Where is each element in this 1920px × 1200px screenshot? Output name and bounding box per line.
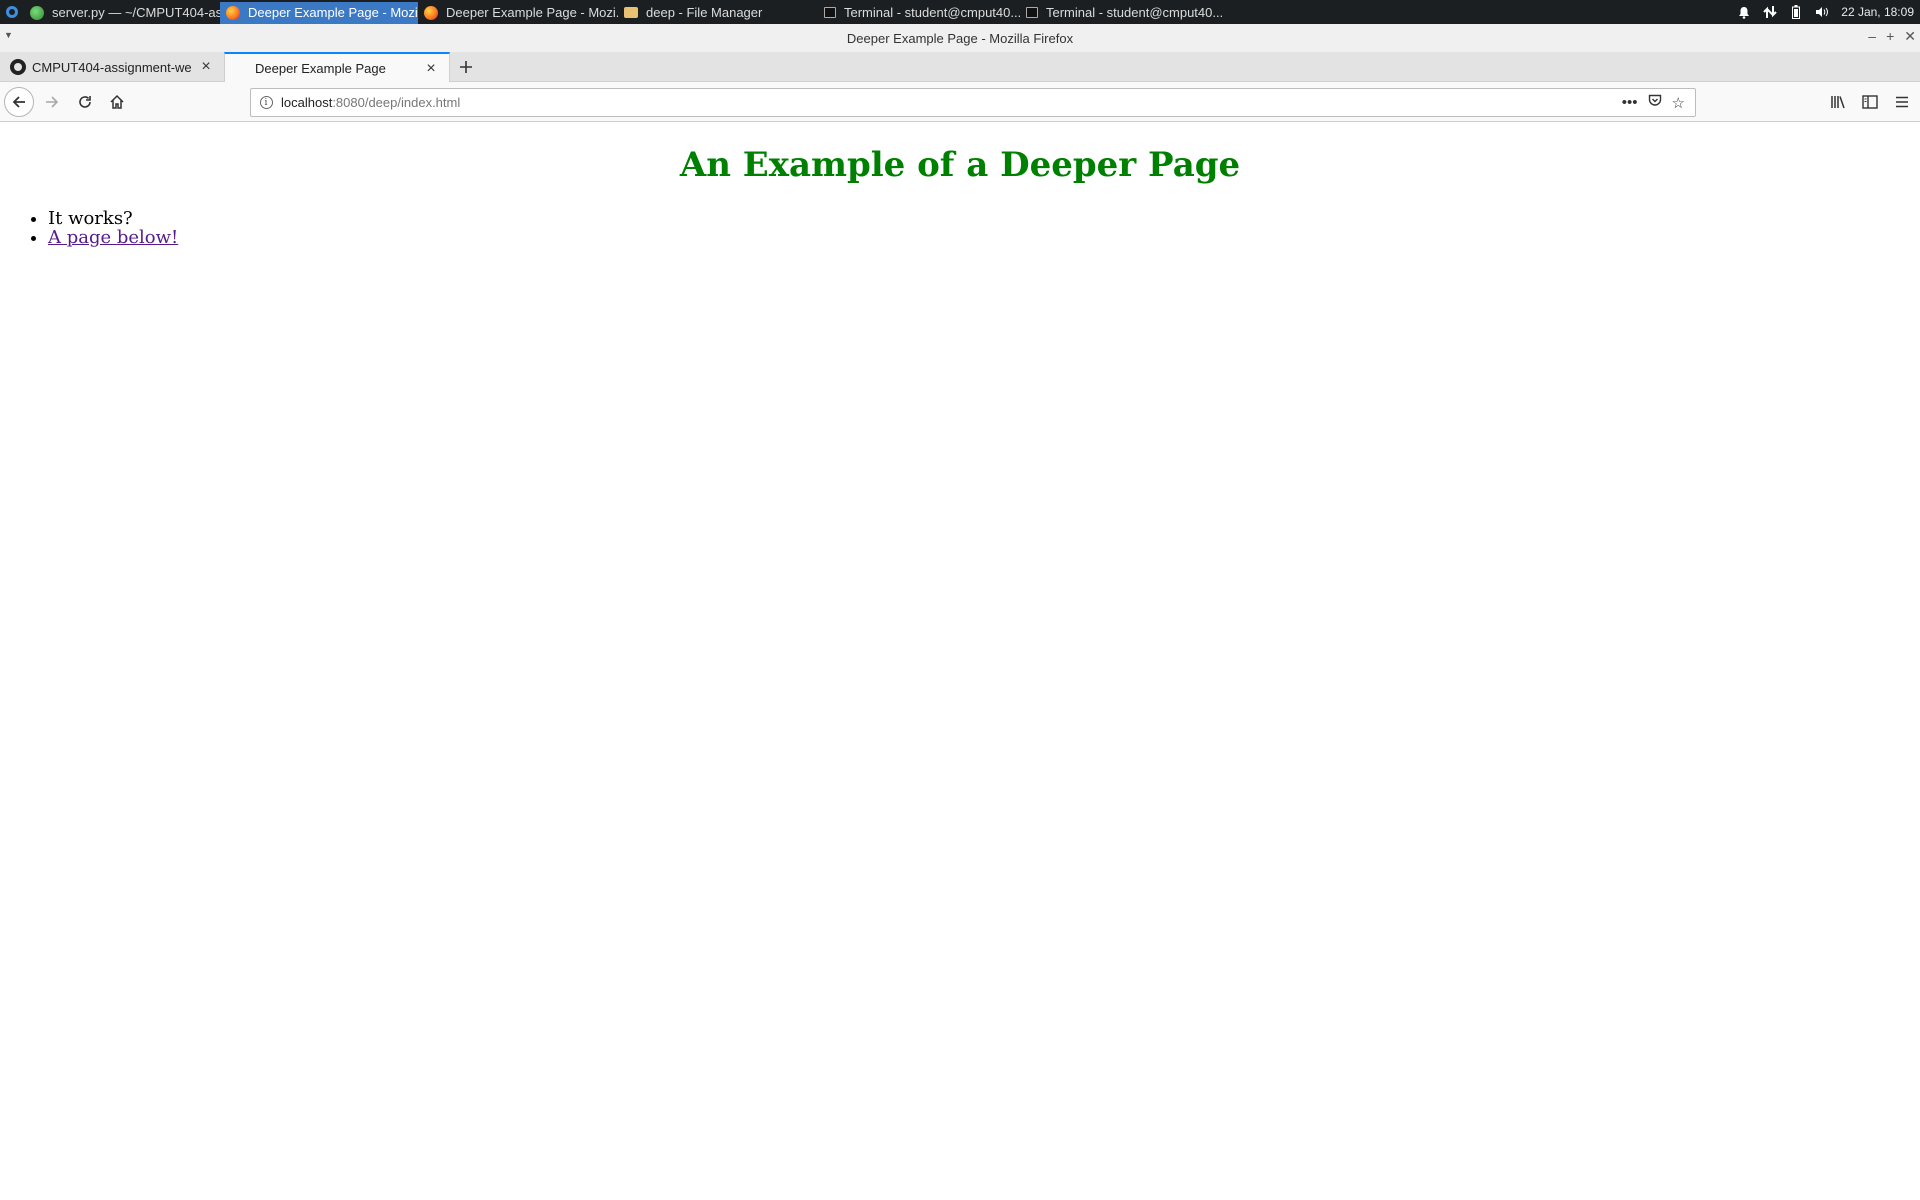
page-actions-menu-icon[interactable]: ••• bbox=[1622, 94, 1638, 112]
taskbar-task-terminal-1[interactable]: Terminal - student@cmput40... bbox=[818, 2, 1020, 24]
applications-menu-button[interactable] bbox=[0, 0, 24, 24]
whisker-menu-icon bbox=[6, 6, 18, 18]
page-viewport: An Example of a Deeper Page It works? A … bbox=[0, 122, 1920, 1200]
tab-github[interactable]: CMPUT404-assignment-webs × bbox=[0, 52, 224, 82]
tab-strip: CMPUT404-assignment-webs × Deeper Exampl… bbox=[0, 52, 1920, 83]
bookmark-star-icon[interactable]: ☆ bbox=[1672, 94, 1685, 112]
url-text[interactable]: localhost:8080/deep/index.html bbox=[281, 95, 1622, 110]
library-icon[interactable] bbox=[1826, 88, 1850, 116]
home-button[interactable] bbox=[103, 88, 131, 116]
firefox-icon bbox=[424, 5, 438, 20]
url-host: localhost bbox=[281, 95, 333, 110]
back-button[interactable] bbox=[4, 87, 34, 117]
pocket-icon[interactable] bbox=[1648, 94, 1662, 112]
page-heading: An Example of a Deeper Page bbox=[679, 145, 1241, 185]
sidebar-toggle-icon[interactable] bbox=[1858, 88, 1882, 116]
close-tab-icon[interactable]: × bbox=[198, 58, 214, 75]
page-actions: ••• ☆ bbox=[1622, 94, 1695, 112]
terminal-icon bbox=[1026, 7, 1038, 18]
minimize-icon[interactable]: – bbox=[1868, 28, 1876, 45]
reload-icon bbox=[79, 96, 91, 108]
task-label: Deeper Example Page - Mozi... bbox=[446, 5, 618, 20]
task-label: deep - File Manager bbox=[646, 5, 763, 20]
maximize-icon[interactable]: + bbox=[1886, 28, 1894, 45]
firefox-icon bbox=[226, 5, 240, 20]
tab-label: Deeper Example Page bbox=[255, 61, 386, 76]
window-title: Deeper Example Page - Mozilla Firefox bbox=[846, 30, 1074, 46]
list-item-text: It works? bbox=[48, 208, 133, 229]
taskbar-task-firefox[interactable]: Deeper Example Page - Mozi... bbox=[418, 2, 618, 24]
page-below-link[interactable]: A page below! bbox=[48, 227, 178, 248]
back-arrow-icon bbox=[12, 96, 25, 108]
clock[interactable]: 22 Jan, 18:09 bbox=[1841, 5, 1914, 19]
plus-icon bbox=[460, 61, 472, 73]
terminal-icon bbox=[824, 7, 836, 18]
editor-app-icon bbox=[30, 5, 44, 20]
volume-icon[interactable] bbox=[1815, 5, 1829, 19]
info-icon: i bbox=[259, 96, 273, 109]
url-bar[interactable]: i localhost:8080/deep/index.html ••• ☆ bbox=[250, 88, 1696, 117]
task-label: Terminal - student@cmput40... bbox=[844, 5, 1020, 20]
notification-bell-icon[interactable] bbox=[1737, 5, 1751, 19]
tab-label: CMPUT404-assignment-webs bbox=[32, 59, 192, 75]
close-window-icon[interactable]: ✕ bbox=[1904, 28, 1916, 45]
desktop-taskbar: server.py — ~/CMPUT404-as... Deeper Exam… bbox=[0, 0, 1920, 24]
navigation-toolbar: i localhost:8080/deep/index.html ••• ☆ bbox=[0, 82, 1920, 122]
taskbar-task-terminal-2[interactable]: Terminal - student@cmput40... bbox=[1020, 2, 1222, 24]
new-tab-button[interactable] bbox=[452, 52, 480, 82]
reload-button[interactable] bbox=[71, 88, 99, 116]
taskbar-task-firefox-active[interactable]: Deeper Example Page - Mozi... bbox=[220, 1, 418, 24]
task-label: Terminal - student@cmput40... bbox=[1046, 5, 1222, 20]
forward-arrow-icon bbox=[46, 96, 59, 108]
battery-icon[interactable] bbox=[1789, 5, 1803, 19]
taskbar-task-server-py[interactable]: server.py — ~/CMPUT404-as... bbox=[24, 2, 220, 24]
folder-icon bbox=[624, 7, 638, 18]
home-icon bbox=[110, 94, 124, 109]
tab-deeper-example-page[interactable]: Deeper Example Page × bbox=[224, 52, 450, 83]
window-menu-icon[interactable]: ▼ bbox=[4, 30, 13, 40]
url-path: :8080/deep/index.html bbox=[332, 95, 461, 110]
toolbar-right-buttons bbox=[1826, 88, 1920, 116]
close-tab-icon[interactable]: × bbox=[423, 60, 439, 77]
github-icon bbox=[10, 59, 26, 75]
list-item: It works? bbox=[48, 209, 1920, 228]
network-transfer-icon[interactable] bbox=[1763, 5, 1777, 19]
list-item: A page below! bbox=[48, 228, 1920, 247]
system-tray: 22 Jan, 18:09 bbox=[1737, 0, 1920, 24]
taskbar-task-file-manager[interactable]: deep - File Manager bbox=[618, 2, 818, 24]
task-label: Deeper Example Page - Mozi... bbox=[248, 5, 418, 20]
forward-button[interactable] bbox=[38, 88, 66, 116]
content-list: It works? A page below! bbox=[0, 209, 1920, 247]
site-info-button[interactable]: i bbox=[251, 96, 281, 109]
window-titlebar[interactable]: ▼ Deeper Example Page - Mozilla Firefox … bbox=[0, 24, 1920, 52]
task-label: server.py — ~/CMPUT404-as... bbox=[52, 5, 220, 20]
hamburger-menu-icon[interactable] bbox=[1890, 88, 1914, 116]
window-controls: – + ✕ bbox=[1868, 28, 1916, 45]
